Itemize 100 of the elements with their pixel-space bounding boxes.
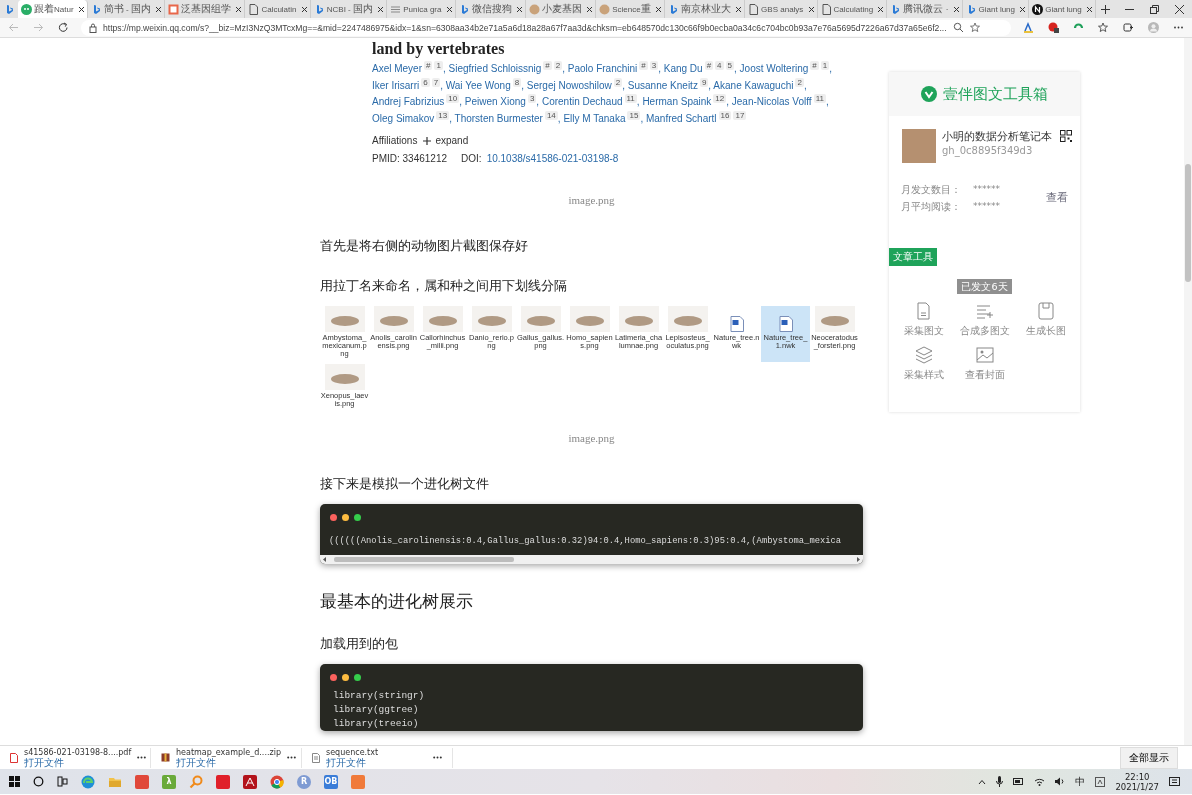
input-method-indicator[interactable]: 中 (1075, 774, 1086, 789)
author-link[interactable]: Elly M Tanaka (563, 112, 626, 124)
affiliation-mark[interactable]: 1 (434, 61, 443, 70)
open-file-link[interactable]: 打开文件 (326, 756, 427, 768)
qr-code-icon[interactable] (1060, 130, 1072, 142)
affiliation-mark[interactable]: 1 (820, 61, 830, 70)
star-plus-icon[interactable] (969, 22, 981, 33)
affiliation-mark[interactable]: 14 (544, 110, 558, 120)
affiliation-mark[interactable]: 11 (813, 94, 826, 103)
close-icon[interactable] (1019, 5, 1027, 13)
clock[interactable]: 22:10 2021/1/27 (1115, 771, 1159, 792)
close-icon[interactable] (155, 5, 163, 13)
author-link[interactable]: Susanne Kneitz (627, 79, 698, 91)
author-link[interactable]: Jean-Nicolas Volff (731, 96, 812, 107)
affiliation-mark[interactable]: 2 (613, 77, 623, 87)
battery-icon[interactable] (1013, 778, 1025, 785)
close-icon[interactable] (377, 5, 385, 13)
more-icon[interactable] (137, 756, 147, 759)
close-icon[interactable] (586, 5, 594, 13)
author-link[interactable]: Paolo Franchini (567, 63, 638, 74)
author-link[interactable]: Manfred Schartl (645, 112, 717, 124)
author-link[interactable]: Joost Woltering (739, 63, 809, 74)
close-icon[interactable] (654, 5, 662, 13)
author-link[interactable]: Wai Yee Wong (445, 79, 511, 91)
affiliation-mark[interactable]: 4 (715, 61, 724, 70)
app-icon[interactable] (135, 774, 149, 789)
search-icon[interactable] (33, 776, 44, 787)
tool-button[interactable]: 合成多图文 (954, 302, 1015, 338)
affiliation-mark[interactable]: 9 (699, 77, 709, 87)
affiliation-mark[interactable]: 15 (627, 110, 641, 120)
affiliation-mark[interactable]: 3 (527, 94, 537, 103)
author-link[interactable]: Akane Kawaguchi (713, 79, 794, 91)
tool-button[interactable]: 生成长图 (1015, 302, 1076, 338)
task-view-icon[interactable] (57, 776, 68, 787)
author-link[interactable]: Siegfried Schloissnig (448, 63, 542, 74)
browser-tab[interactable]: 跟着Natur (18, 0, 88, 18)
affiliation-mark[interactable]: 6 (421, 77, 430, 87)
affiliation-mark[interactable]: # (810, 61, 819, 70)
author-link[interactable]: Andrej Fabrizius (372, 96, 445, 107)
extension-icon[interactable] (1048, 22, 1059, 33)
plus-icon[interactable] (1100, 4, 1110, 14)
expand-button[interactable]: expand (423, 132, 469, 150)
collections-icon[interactable] (1123, 22, 1134, 33)
close-icon[interactable] (445, 5, 453, 13)
zoom-icon[interactable] (952, 22, 964, 33)
author-link[interactable]: Kang Du (663, 63, 703, 74)
show-all-button[interactable]: 全部显示 (1120, 746, 1178, 769)
close-icon[interactable] (77, 5, 85, 13)
affiliation-mark[interactable]: # (543, 61, 552, 70)
tool-button[interactable]: 采集样式 (893, 346, 954, 382)
affiliation-mark[interactable]: 16 (718, 110, 732, 120)
affiliation-mark[interactable]: 12 (713, 94, 727, 103)
wifi-icon[interactable] (1034, 777, 1046, 786)
tool-button[interactable]: 采集图文 (893, 302, 954, 338)
more-icon[interactable] (433, 756, 442, 759)
close-icon[interactable] (877, 5, 885, 13)
more-icon[interactable] (287, 756, 296, 759)
author-link[interactable]: Iker Irisarri (372, 79, 420, 91)
doi-link[interactable]: 10.1038/s41586-021-03198-8 (486, 150, 619, 168)
affiliation-mark[interactable]: 2 (795, 77, 804, 87)
extension-icon[interactable] (1023, 22, 1034, 33)
open-file-link[interactable]: 打开文件 (24, 756, 132, 768)
tool-button[interactable]: 查看封面 (954, 346, 1015, 382)
restore-icon[interactable] (1149, 4, 1159, 14)
affiliation-mark[interactable]: # (424, 61, 433, 70)
author-link[interactable]: Thorsten Burmester (454, 112, 543, 124)
vertical-scrollbar[interactable] (1184, 38, 1192, 745)
address-field[interactable]: https://mp.weixin.qq.com/s?__biz=MzI3NzQ3MTcxMg==&mid=2247486975&idx=1&sn=6308aa34b2e71a5a6d18a28a67f7aa3d&chksm=eb648570dc130c66f9b0ecba0a34c6c704bc0b93a7e76a5695d7226a67d37a65e6f2... (81, 19, 1011, 36)
affiliation-mark[interactable]: 11 (624, 94, 637, 103)
edge-browser-icon[interactable] (81, 774, 95, 789)
author-link[interactable]: Axel Meyer (372, 63, 422, 74)
refresh-icon[interactable] (58, 22, 69, 33)
microphone-icon[interactable] (996, 776, 1004, 787)
favorites-icon[interactable] (1098, 22, 1109, 33)
affiliation-mark[interactable]: 17 (733, 110, 747, 120)
notification-icon[interactable] (1169, 776, 1180, 787)
close-icon[interactable] (735, 5, 743, 13)
speaker-icon[interactable] (1055, 777, 1066, 786)
author-link[interactable]: Oleg Simakov (372, 112, 435, 124)
pdf-reader-icon[interactable] (243, 774, 257, 789)
close-icon[interactable] (1174, 4, 1184, 14)
horizontal-scrollbar[interactable] (320, 555, 863, 564)
author-link[interactable]: Herman Spaink (642, 96, 712, 107)
author-link[interactable]: Corentin Dechaud (541, 96, 623, 107)
affiliation-mark[interactable]: 2 (553, 61, 563, 70)
affiliation-mark[interactable]: 7 (431, 77, 441, 87)
close-icon[interactable] (235, 5, 243, 13)
app-icon[interactable] (216, 774, 230, 789)
chrome-browser-icon[interactable] (270, 774, 284, 789)
affiliation-mark[interactable]: 10 (446, 94, 460, 103)
windows-logo-icon[interactable] (9, 776, 20, 787)
keyboard-layout-icon[interactable] (1095, 776, 1106, 787)
affiliation-mark[interactable]: 5 (725, 61, 734, 70)
affiliation-mark[interactable]: # (639, 61, 648, 70)
close-icon[interactable] (1085, 5, 1093, 13)
author-link[interactable]: Peiwen Xiong (464, 96, 526, 107)
close-icon[interactable] (952, 5, 960, 13)
affiliation-mark[interactable]: 13 (436, 110, 450, 120)
view-link[interactable]: 查看 (1046, 191, 1068, 205)
affiliation-mark[interactable]: 8 (512, 77, 522, 87)
